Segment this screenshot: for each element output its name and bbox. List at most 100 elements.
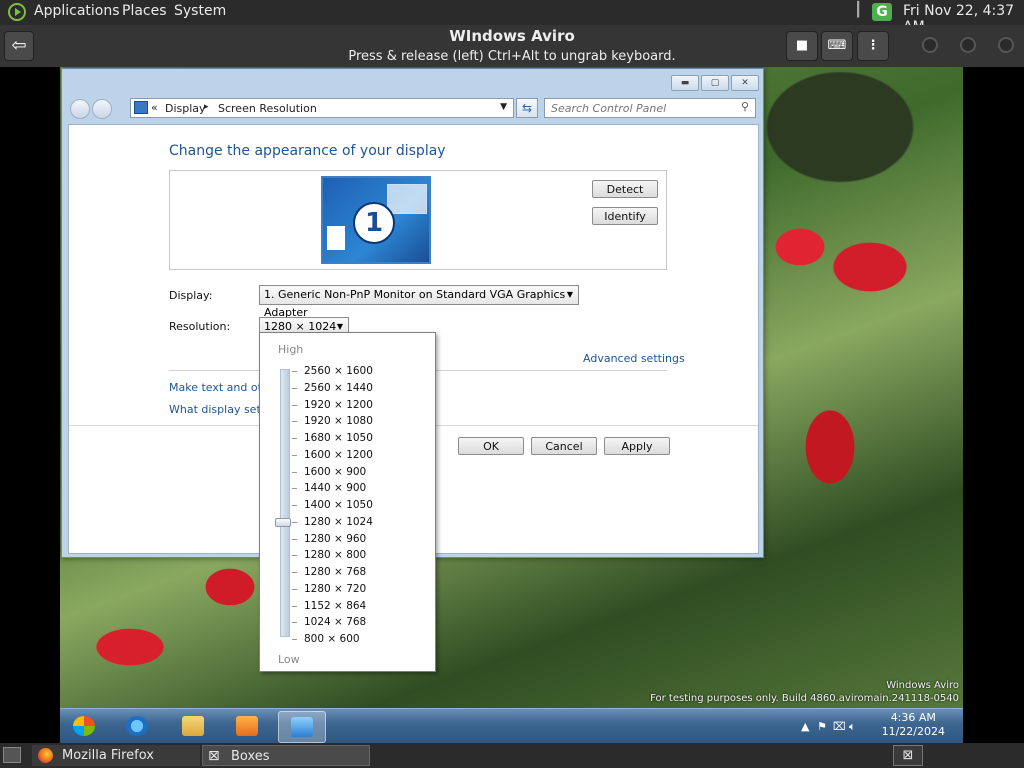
places-menu[interactable]: Places — [122, 3, 167, 19]
resolution-option[interactable]: 1024 × 768 — [304, 614, 424, 631]
resolution-option[interactable]: 1152 × 864 — [304, 598, 424, 615]
resolution-option[interactable]: 1680 × 1050 — [304, 430, 424, 447]
vm-title: WIndows Aviro — [449, 27, 575, 45]
back-arrow-icon[interactable]: ⇦ — [4, 31, 34, 61]
nav-forward-icon[interactable] — [92, 99, 112, 119]
win-close-button[interactable]: ✕ — [731, 75, 759, 91]
host-taskbar: Mozilla Firefox ⊠ Boxes ⊠ — [0, 743, 1024, 768]
top-panel: Applications Places System ┃ G Fri Nov 2… — [0, 0, 1024, 35]
slider-tick — [292, 639, 297, 640]
win-maximize-button[interactable]: ▢ — [701, 75, 729, 91]
windows-logo-icon — [73, 716, 95, 736]
show-desktop-icon[interactable] — [3, 747, 21, 763]
updates-icon[interactable]: G — [872, 3, 892, 21]
slider-tick — [292, 622, 297, 624]
windows-taskbar: ▲ ⚑ ⌧ 🔈︎ 4:36 AM 11/22/2024 — [60, 708, 963, 743]
gnome-menu-icon[interactable] — [8, 3, 26, 21]
win-minimize-button[interactable]: ▬ — [671, 75, 699, 91]
resolution-option[interactable]: 2560 × 1440 — [304, 380, 424, 397]
minimize-icon[interactable] — [922, 37, 938, 53]
show-hidden-icons-icon[interactable]: ▲ — [801, 720, 809, 733]
detect-button[interactable]: Detect — [592, 180, 658, 198]
boxes-icon: ⊠ — [208, 748, 220, 764]
applications-menu[interactable]: Applications — [34, 3, 120, 19]
resolution-option[interactable]: 1280 × 768 — [304, 564, 424, 581]
menu-kebab-icon[interactable]: ⋮ — [857, 31, 889, 61]
slider-tick — [292, 505, 297, 506]
maximize-icon[interactable] — [960, 37, 976, 53]
slider-low-label: Low — [278, 653, 300, 666]
resolution-label: Resolution: — [169, 320, 231, 333]
breadcrumb-overflow[interactable]: « — [151, 101, 158, 114]
resolution-dropdown: High 2560 × 1600 2560 × 1440 1920 × 1200 19… — [259, 332, 436, 672]
firefox-icon — [38, 748, 53, 763]
resolution-option[interactable]: 2560 × 1600 — [304, 363, 424, 380]
cancel-button[interactable]: Cancel — [531, 437, 597, 455]
search-placeholder: Search Control Panel — [551, 102, 667, 115]
slider-tick — [292, 404, 297, 406]
resolution-slider-thumb[interactable] — [275, 517, 291, 527]
workspace-switcher-icon[interactable]: ⊠ — [893, 745, 923, 766]
monitor-1-thumbnail[interactable]: 1 — [321, 176, 431, 264]
nav-buttons — [70, 99, 120, 119]
network-icon[interactable]: ⌧ — [833, 720, 846, 733]
identify-button[interactable]: Identify — [592, 207, 658, 225]
slider-tick — [292, 588, 297, 590]
taskbar-control-panel[interactable] — [278, 711, 326, 743]
close-icon[interactable] — [998, 37, 1014, 53]
monitor-layout-panel: 1 Detect Identify — [169, 170, 667, 270]
volume-icon[interactable]: 🔈︎ — [849, 720, 856, 734]
address-dropdown-icon[interactable]: ▼ — [500, 102, 507, 112]
watermark-title: Windows Aviro — [886, 680, 959, 691]
system-tray: ▲ ⚑ ⌧ 🔈︎ 4:36 AM 11/22/2024 — [793, 709, 963, 743]
display-settings-icon — [291, 717, 313, 737]
task-firefox[interactable]: Mozilla Firefox — [32, 745, 200, 766]
search-icon[interactable]: ⚲ — [741, 100, 749, 113]
resolution-option[interactable]: 1440 × 900 — [304, 480, 424, 497]
vm-clock-time: 4:36 AM — [890, 711, 936, 724]
resolution-option[interactable]: 1920 × 1080 — [304, 413, 424, 430]
resolution-option[interactable]: 800 × 600 — [304, 631, 424, 648]
taskbar-ie[interactable] — [114, 711, 160, 741]
resolution-option[interactable]: 1600 × 1200 — [304, 447, 424, 464]
stop-icon[interactable]: ■ — [786, 31, 818, 61]
chevron-down-icon: ▼ — [566, 290, 573, 299]
slider-tick — [292, 471, 297, 473]
resolution-option[interactable]: 1280 × 720 — [304, 581, 424, 598]
folder-icon — [182, 716, 204, 736]
resolution-option[interactable]: 1400 × 1050 — [304, 497, 424, 514]
keyboard-icon[interactable]: ⌨ — [821, 31, 853, 61]
apply-button[interactable]: Apply — [604, 437, 670, 455]
resolution-option[interactable]: 1920 × 1200 — [304, 397, 424, 414]
breadcrumb-display[interactable]: Display — [165, 102, 206, 115]
monitor-window-graphic — [387, 184, 427, 214]
vm-clock[interactable]: 4:36 AM 11/22/2024 — [882, 711, 945, 739]
resolution-option[interactable]: 1280 × 1024 — [304, 514, 424, 531]
action-center-flag-icon[interactable]: ⚑ — [817, 720, 827, 733]
slider-tick — [292, 572, 297, 573]
resolution-option[interactable]: 1280 × 960 — [304, 531, 424, 548]
taskbar-media-player[interactable] — [224, 711, 270, 741]
media-player-icon — [236, 716, 258, 736]
search-input[interactable]: Search Control Panel ⚲ — [544, 98, 756, 118]
start-button[interactable] — [64, 711, 104, 741]
ok-button[interactable]: OK — [458, 437, 524, 455]
address-bar[interactable]: « Display ▸ Screen Resolution ▼ — [130, 98, 514, 118]
breadcrumb-screen-resolution[interactable]: Screen Resolution — [218, 102, 317, 115]
ungrab-hint: Press & release (left) Ctrl+Alt to ungra… — [348, 49, 676, 64]
resolution-option[interactable]: 1280 × 800 — [304, 547, 424, 564]
resolution-option[interactable]: 1600 × 900 — [304, 464, 424, 481]
vm-clock-date: 11/22/2024 — [881, 725, 945, 738]
breadcrumb-separator[interactable]: ▸ — [204, 102, 209, 112]
system-menu[interactable]: System — [174, 3, 226, 19]
refresh-icon[interactable]: ⇆ — [516, 98, 538, 118]
task-boxes[interactable]: ⊠ Boxes — [202, 745, 370, 766]
display-select-value: 1. Generic Non-PnP Monitor on Standard V… — [264, 288, 566, 319]
taskbar-explorer[interactable] — [170, 711, 216, 741]
vm-display[interactable]: Windows Aviro For testing purposes only.… — [60, 67, 963, 743]
display-select[interactable]: 1. Generic Non-PnP Monitor on Standard V… — [259, 285, 579, 319]
advanced-settings-link[interactable]: Advanced settings — [583, 352, 685, 365]
resolution-slider-track[interactable] — [280, 369, 290, 637]
slider-tick — [292, 371, 297, 372]
nav-back-icon[interactable] — [70, 99, 90, 119]
